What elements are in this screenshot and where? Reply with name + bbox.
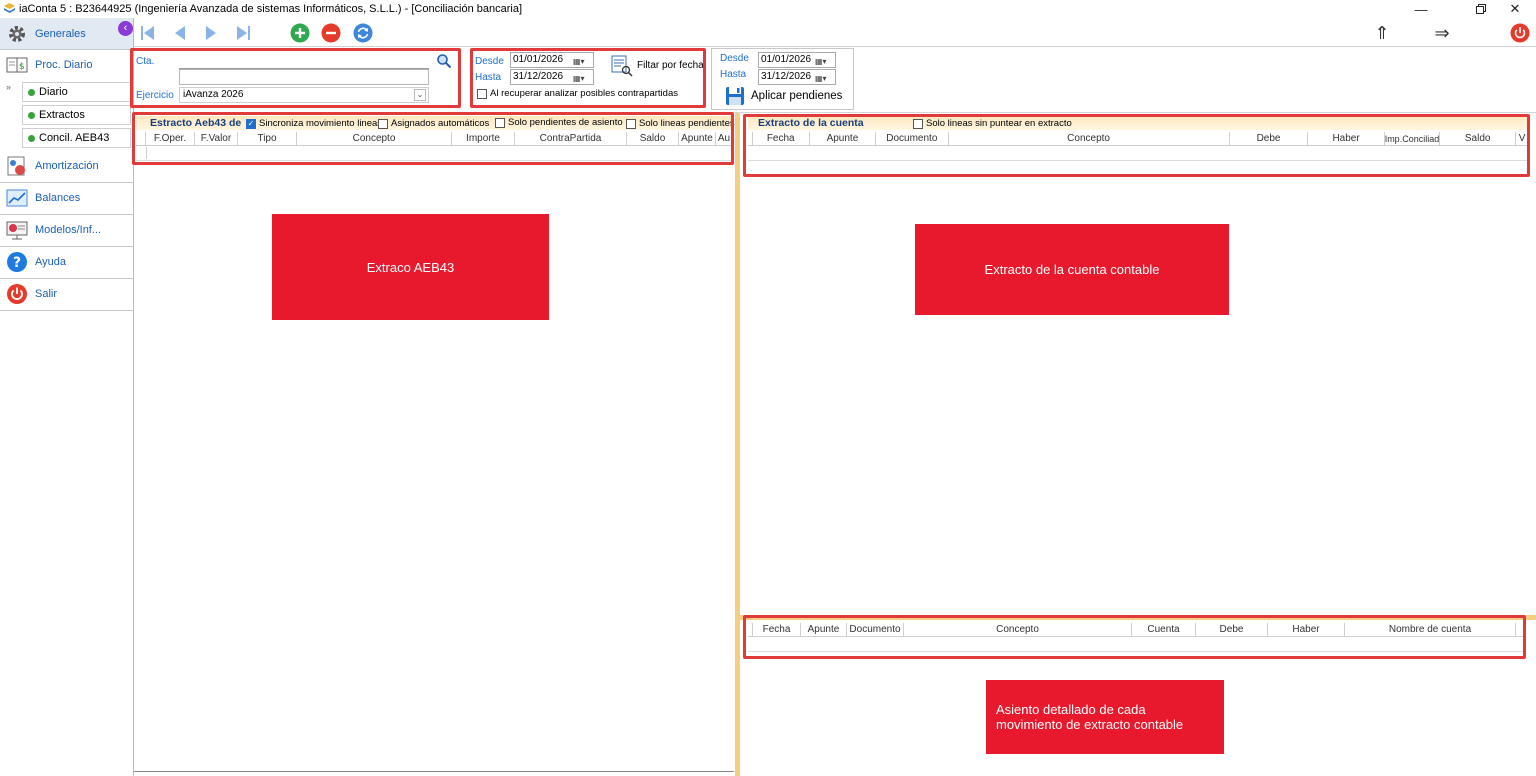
highlight-detail-grid [743,615,1526,659]
pend-desde-label: Desde [720,53,749,64]
svg-text:$: $ [19,62,25,72]
save-icon[interactable] [725,86,745,106]
pend-hasta-date-input[interactable]: 31/12/2026 ▦▾ [758,69,836,85]
pending-panel: Desde 01/01/2026 ▦▾ Hasta 31/12/2026 ▦▾ … [711,48,854,110]
pend-hasta-label: Hasta [720,69,747,80]
status-dot-icon [28,88,35,96]
status-dot-icon [28,111,35,119]
window-title: iaConta 5 : B23644925 (Ingeniería Avanza… [19,3,523,15]
callout-aeb43: Extraco AEB43 [272,214,549,320]
title-bar: iaConta 5 : B23644925 (Ingeniería Avanza… [0,0,1536,18]
minimize-icon[interactable]: — [1398,0,1444,18]
callout-asiento: Asiento detallado de cada movimiento de … [986,680,1224,754]
last-icon[interactable] [233,22,255,44]
calendar-icon[interactable]: ▦▾ [815,55,833,66]
sidebar-item-proc-diario[interactable]: $ Proc. Diario [0,49,133,81]
report-icon [6,219,28,241]
sidebar-subitem-label: Concil. AEB43 [39,132,110,144]
sidebar-subitem-diario[interactable]: Diario [22,82,131,102]
sidebar-item-modelos[interactable]: Modelos/Inf... [0,214,133,246]
sidebar-item-label: Salir [35,288,58,300]
vertical-splitter[interactable] [735,113,740,776]
refresh-icon[interactable] [352,22,374,44]
sidebar-item-salir[interactable]: Salir [0,278,133,310]
expand-chevron-icon[interactable]: » [6,82,11,92]
sidebar-subitem-extractos[interactable]: Extractos [22,105,131,125]
remove-icon[interactable] [320,22,342,44]
status-dot-icon [28,134,35,142]
pend-desde-date-value: 01/01/2026 [761,54,812,65]
sidebar-subitem-concil-aeb43[interactable]: Concil. AEB43 [22,128,131,148]
sidebar-subitem-label: Diario [39,86,68,98]
ledger-icon: $ [6,54,28,76]
power-icon [6,283,28,305]
sidebar-subitem-label: Extractos [39,109,85,121]
sidebar-item-balances[interactable]: Balances [0,182,133,214]
svg-text:?: ? [13,255,21,271]
next-icon[interactable] [200,22,222,44]
chart-icon [6,187,28,209]
add-icon[interactable] [289,22,311,44]
sidebar-item-label: Ayuda [35,256,66,268]
arrow-right-icon[interactable]: ⇒ [1428,22,1456,44]
left-panel-bottom-border [134,771,734,772]
highlight-right-grid [743,114,1530,177]
highlight-dates [470,48,706,108]
sidebar: Generales ‹ $ Proc. Diario » Diario Extr… [0,18,134,776]
prev-icon[interactable] [169,22,191,44]
help-icon: ? [6,251,28,273]
sidebar-item-label: Generales [35,28,86,40]
pend-hasta-date-value: 31/12/2026 [761,71,812,82]
calendar-icon[interactable]: ▦▾ [815,72,833,83]
first-icon[interactable] [136,22,158,44]
power-icon[interactable] [1509,22,1531,44]
sidebar-item-label: Modelos/Inf... [35,224,102,236]
sidebar-item-label: Balances [35,192,81,204]
callout-cuenta: Extracto de la cuenta contable [915,224,1229,315]
gear-icon [6,23,28,45]
sidebar-item-generales[interactable]: Generales [0,18,133,50]
app-logo-icon [4,3,15,13]
arrow-up-icon[interactable]: ⇑ [1371,22,1393,44]
close-icon[interactable]: ✕ [1492,0,1536,18]
sidebar-item-amortizacion[interactable]: Amortización [0,150,133,182]
toolbar: ⇑ ⇒ [134,18,1536,47]
sidebar-item-label: Amortización [35,160,99,172]
sidebar-item-ayuda[interactable]: ? Ayuda [0,246,133,278]
aplicar-pendientes-button[interactable]: Aplicar pendienes [751,90,842,102]
sidebar-item-label: Proc. Diario [35,59,93,71]
highlight-account [130,48,461,108]
amortization-icon [6,155,28,177]
collapse-sidebar-icon[interactable]: ‹ [118,21,133,36]
highlight-left-grid [132,112,734,165]
pend-desde-date-input[interactable]: 01/01/2026 ▦▾ [758,52,836,68]
